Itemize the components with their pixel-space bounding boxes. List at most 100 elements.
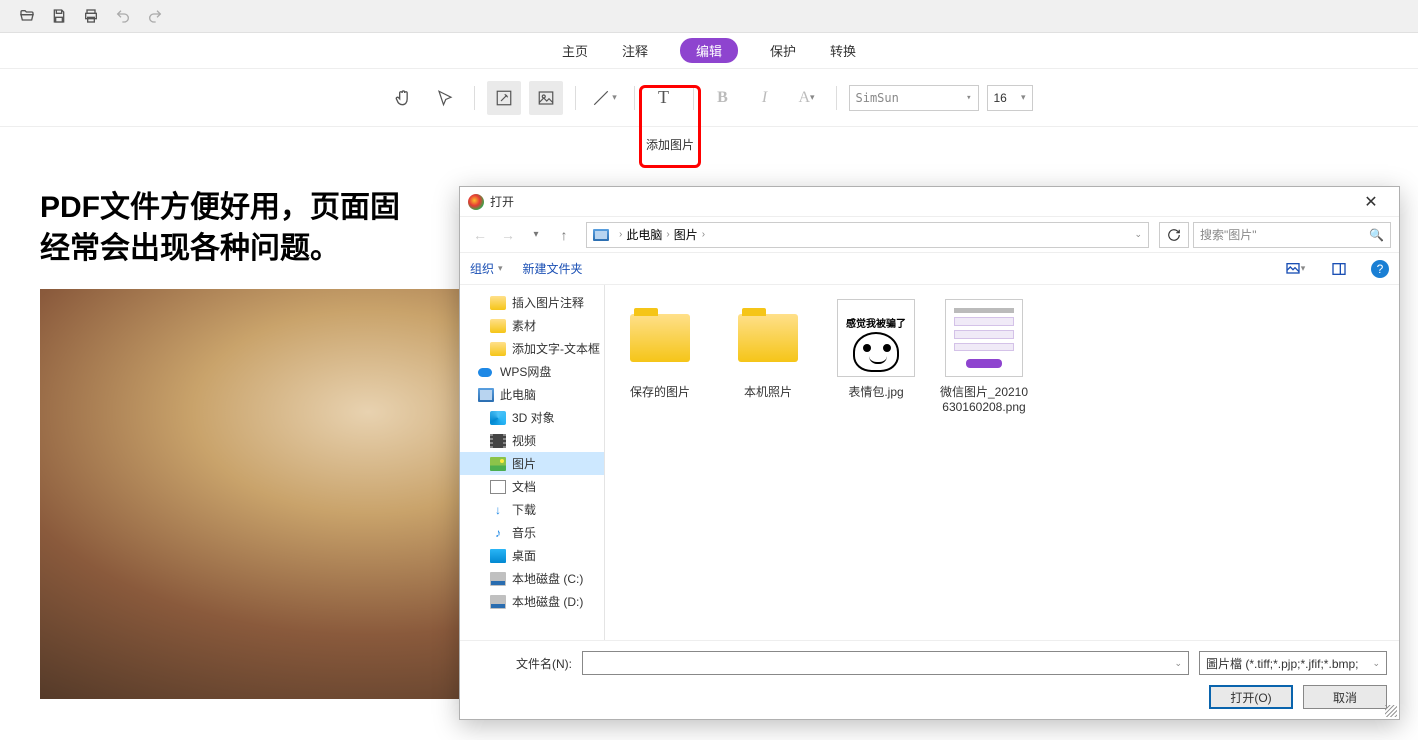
italic-icon[interactable]: I — [748, 81, 782, 115]
tree-item[interactable]: 3D 对象 — [460, 406, 604, 429]
tree-item[interactable]: 素材 — [460, 314, 604, 337]
help-icon[interactable]: ? — [1371, 260, 1389, 278]
tree-item[interactable]: 图片 — [460, 452, 604, 475]
organize-dropdown[interactable]: 组织 ▾ — [470, 260, 503, 277]
file-thumbnail — [943, 297, 1025, 379]
disk-icon — [490, 595, 506, 609]
filename-input[interactable]: ⌄ — [582, 651, 1189, 675]
file-item[interactable]: 保存的图片 — [615, 297, 705, 414]
tree-item[interactable]: 视频 — [460, 429, 604, 452]
tree-item-label: 文档 — [512, 478, 536, 495]
search-input[interactable]: 搜索"图片" 🔍 — [1193, 222, 1391, 248]
breadcrumb-root[interactable]: 此电脑 — [626, 226, 662, 243]
nav-forward-icon[interactable]: → — [496, 223, 520, 247]
tree-item-label: 本地磁盘 (C:) — [512, 570, 583, 587]
breadcrumb[interactable]: › 此电脑 › 图片 › ⌄ — [586, 222, 1149, 248]
add-image-icon[interactable] — [529, 81, 563, 115]
file-item[interactable]: 感觉我被骗了表情包.jpg — [831, 297, 921, 414]
tree-item-label: 添加文字-文本框 — [512, 340, 600, 357]
nav-recent-icon[interactable]: ▾ — [524, 223, 548, 247]
save-icon[interactable] — [50, 7, 68, 25]
nav-up-icon[interactable]: ↑ — [552, 223, 576, 247]
file-thumbnail — [727, 297, 809, 379]
video-icon — [490, 434, 506, 448]
tab-protect[interactable]: 保护 — [768, 37, 798, 64]
separator — [836, 86, 837, 110]
tree-item-label: 下载 — [512, 501, 536, 518]
bold-icon[interactable]: B — [706, 81, 740, 115]
file-name-label: 本机照片 — [744, 383, 792, 400]
font-family-select[interactable]: SimSun▾ — [849, 85, 979, 111]
folder-icon — [490, 319, 506, 333]
tab-comment[interactable]: 注释 — [620, 37, 650, 64]
file-open-dialog: 打开 ✕ ← → ▾ ↑ › 此电脑 › 图片 › ⌄ 搜索"图片" 🔍 组织 … — [459, 186, 1400, 720]
tree-item-label: 插入图片注释 — [512, 294, 584, 311]
tree-item[interactable]: 文档 — [460, 475, 604, 498]
redo-icon[interactable] — [146, 7, 164, 25]
open-button[interactable]: 打开(O) — [1209, 685, 1293, 709]
pen-tool-icon[interactable]: ▾ — [588, 81, 622, 115]
edit-text-icon[interactable] — [487, 81, 521, 115]
pc-icon — [593, 229, 609, 241]
separator — [474, 86, 475, 110]
desk-icon — [490, 549, 506, 563]
folder-icon — [490, 296, 506, 310]
view-mode-icon[interactable]: ▾ — [1283, 257, 1307, 281]
file-thumbnail — [619, 297, 701, 379]
tree-item[interactable]: 下载 — [460, 498, 604, 521]
nav-back-icon[interactable]: ← — [468, 223, 492, 247]
hand-tool-icon[interactable] — [386, 81, 420, 115]
file-name-label: 保存的图片 — [630, 383, 690, 400]
tab-home[interactable]: 主页 — [560, 37, 590, 64]
preview-pane-icon[interactable] — [1327, 257, 1351, 281]
font-color-icon[interactable]: A ▾ — [790, 81, 824, 115]
chrome-icon — [468, 194, 484, 210]
tree-item[interactable]: 插入图片注释 — [460, 291, 604, 314]
main-tabs: 主页 注释 编辑 保护 转换 — [0, 33, 1418, 69]
dialog-titlebar: 打开 ✕ — [460, 187, 1399, 217]
tree-item-label: WPS网盘 — [500, 363, 551, 380]
file-item[interactable]: 本机照片 — [723, 297, 813, 414]
search-icon: 🔍 — [1369, 228, 1384, 242]
file-name-label: 微信图片_2021063016020​8.png — [939, 383, 1029, 414]
tree-item-label: 素材 — [512, 317, 536, 334]
undo-icon[interactable] — [114, 7, 132, 25]
open-icon[interactable] — [18, 7, 36, 25]
font-size-select[interactable]: 16▾ — [987, 85, 1033, 111]
doc-icon — [490, 480, 506, 494]
file-item[interactable]: 微信图片_2021063016020​8.png — [939, 297, 1029, 414]
text-tool-icon[interactable]: T — [647, 81, 681, 115]
folder-tree: 插入图片注释素材添加文字-文本框 WPS网盘此电脑 3D 对象视频图片文档下载音乐桌… — [460, 285, 605, 640]
cancel-button[interactable]: 取消 — [1303, 685, 1387, 709]
tree-item[interactable]: 此电脑 — [460, 383, 604, 406]
tab-edit[interactable]: 编辑 — [680, 38, 738, 63]
tree-item[interactable]: WPS网盘 — [460, 360, 604, 383]
tab-convert[interactable]: 转换 — [828, 37, 858, 64]
tree-item[interactable]: 桌面 — [460, 544, 604, 567]
refresh-icon[interactable] — [1159, 222, 1189, 248]
print-icon[interactable] — [82, 7, 100, 25]
breadcrumb-current[interactable]: 图片 — [674, 226, 698, 243]
dialog-title: 打开 — [490, 193, 514, 210]
resize-grip[interactable] — [1385, 705, 1397, 717]
select-tool-icon[interactable] — [428, 81, 462, 115]
quick-access-toolbar — [0, 0, 1418, 33]
dl-icon — [490, 503, 506, 517]
3d-icon — [490, 411, 506, 425]
tree-item-label: 桌面 — [512, 547, 536, 564]
file-name-label: 表情包.jpg — [848, 383, 903, 400]
edit-toolbar: ▾ T B I A ▾ SimSun▾ 16▾ — [0, 69, 1418, 127]
new-folder-button[interactable]: 新建文件夹 — [523, 260, 583, 277]
separator — [634, 86, 635, 110]
filetype-filter[interactable]: 圖片檔 (*.tiff;*.pjp;*.jfif;*.bmp;⌄ — [1199, 651, 1387, 675]
tree-item[interactable]: 添加文字-文本框 — [460, 337, 604, 360]
dialog-toolbar: 组织 ▾ 新建文件夹 ▾ ? — [460, 253, 1399, 285]
dialog-footer: 文件名(N): ⌄ 圖片檔 (*.tiff;*.pjp;*.jfif;*.bmp… — [460, 640, 1399, 719]
close-icon[interactable]: ✕ — [1351, 188, 1391, 216]
tree-item[interactable]: 本地磁盘 (D:) — [460, 590, 604, 613]
tree-item-label: 3D 对象 — [512, 409, 555, 426]
tree-item-label: 视频 — [512, 432, 536, 449]
file-list: 保存的图片 本机照片 感觉我被骗了表情包.jpg 微信图片_2021063016020… — [605, 285, 1399, 640]
tree-item[interactable]: 本地磁盘 (C:) — [460, 567, 604, 590]
tree-item[interactable]: 音乐 — [460, 521, 604, 544]
